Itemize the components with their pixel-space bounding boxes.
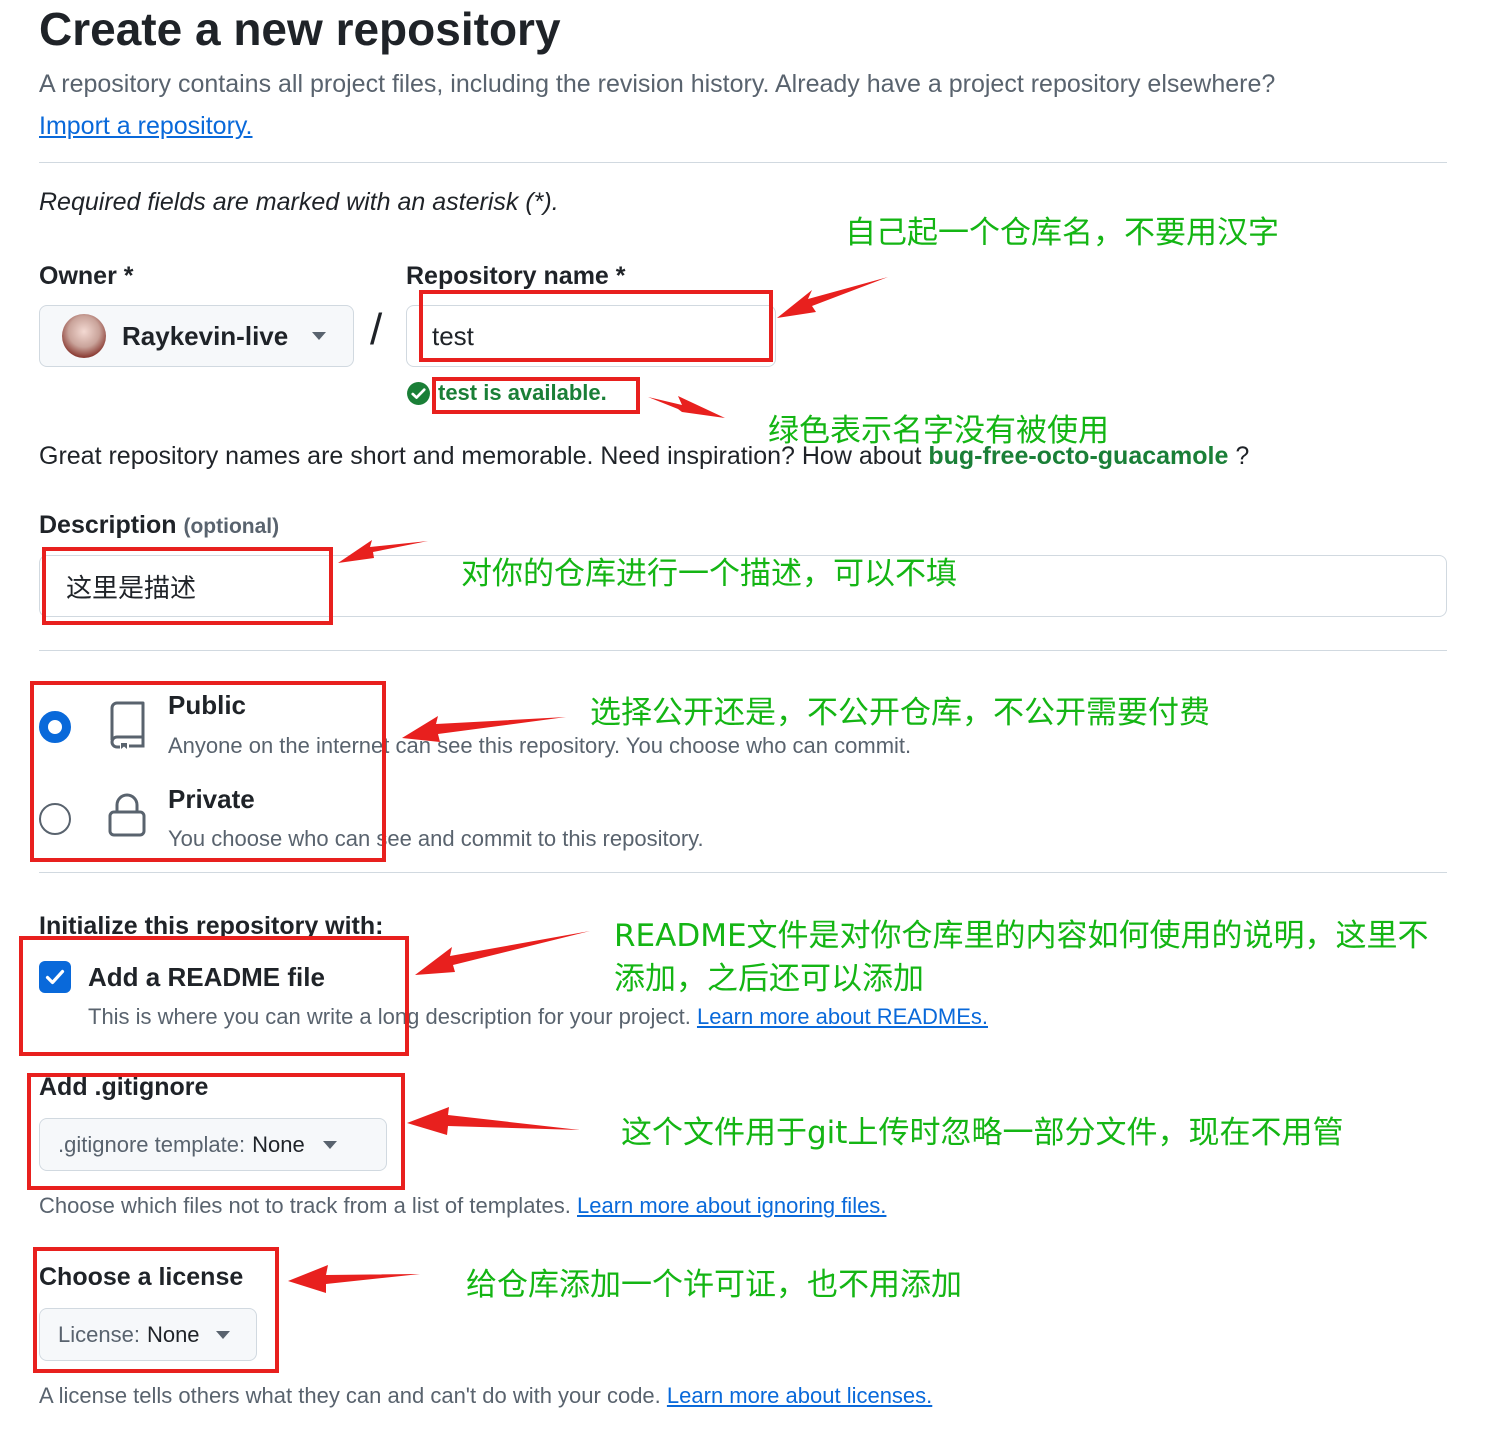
public-title: Public — [168, 690, 247, 720]
readme-title: Add a README file — [88, 962, 325, 992]
private-description: You choose who can see and commit to thi… — [168, 826, 704, 851]
required-fields-note: Required fields are marked with an aster… — [39, 188, 559, 216]
gitignore-template-select[interactable]: .gitignore template: None — [39, 1118, 387, 1171]
availability-text: test is available. — [438, 380, 607, 405]
annotation-readme-line2: 添加，之后还可以添加 — [614, 961, 924, 997]
page-title: Create a new repository — [39, 3, 561, 55]
divider — [39, 872, 1447, 873]
owner-repo-separator: / — [370, 305, 383, 354]
license-help-text: A license tells others what they can and… — [39, 1383, 661, 1408]
gitignore-heading: Add .gitignore — [39, 1073, 209, 1101]
license-select-prefix: License: — [58, 1321, 140, 1347]
repository-name-value: test — [432, 320, 474, 351]
repository-name-input[interactable]: test — [406, 305, 776, 367]
gitignore-help-text: Choose which files not to track from a l… — [39, 1193, 571, 1218]
annotation-visibility: 选择公开还是，不公开仓库，不公开需要付费 — [590, 695, 1210, 731]
lock-icon — [107, 792, 147, 843]
readme-learn-more-link[interactable]: Learn more about READMEs. — [697, 1004, 988, 1029]
annotation-repo-name: 自己起一个仓库名，不要用汉字 — [845, 215, 1279, 251]
private-title: Private — [168, 784, 255, 814]
availability-status: test is available. — [406, 380, 607, 406]
public-description: Anyone on the internet can see this repo… — [168, 733, 912, 758]
license-select-value: None — [146, 1321, 200, 1347]
chevron-down-icon — [215, 1330, 230, 1339]
arrow-icon — [648, 396, 725, 418]
owner-value: Raykevin-live — [122, 320, 289, 351]
readme-description-text: This is where you can write a long descr… — [88, 1004, 691, 1029]
divider — [39, 650, 1447, 651]
divider — [39, 162, 1447, 163]
readme-option[interactable]: Add a README file This is where you can … — [39, 958, 1089, 1038]
gitignore-learn-more-link[interactable]: Learn more about ignoring files. — [577, 1193, 886, 1218]
readme-description: This is where you can write a long descr… — [88, 1004, 988, 1030]
arrow-icon — [777, 277, 888, 318]
initialize-heading: Initialize this repository with: — [39, 912, 384, 940]
description-label: Description (optional) — [39, 511, 279, 540]
optional-hint: (optional) — [183, 515, 280, 538]
import-repository-link[interactable]: Import a repository. — [39, 112, 253, 141]
license-help: A license tells others what they can and… — [39, 1383, 932, 1409]
inspiration-suffix: ? — [1235, 442, 1250, 470]
arrow-icon — [288, 1265, 420, 1293]
owner-select[interactable]: Raykevin-live — [39, 305, 354, 367]
description-label-text: Description — [39, 511, 177, 539]
annotation-readme-line1: README文件是对你仓库里的内容如何使用的说明，这里不 — [614, 918, 1429, 954]
check-icon — [45, 969, 65, 985]
annotation-available: 绿色表示名字没有被使用 — [768, 413, 1109, 449]
public-radio[interactable] — [39, 711, 71, 743]
annotation-gitignore: 这个文件用于git上传时忽略一部分文件，现在不用管 — [621, 1115, 1344, 1151]
license-select[interactable]: License: None — [39, 1308, 257, 1361]
page-subtitle: A repository contains all project files,… — [39, 70, 1276, 98]
private-option[interactable]: Private You choose who can see and commi… — [39, 784, 1039, 854]
readme-checkbox[interactable] — [39, 961, 71, 993]
annotation-description: 对你的仓库进行一个描述，可以不填 — [461, 556, 957, 592]
repo-icon — [107, 700, 147, 755]
chevron-down-icon — [312, 332, 327, 340]
owner-label: Owner * — [39, 262, 134, 290]
license-learn-more-link[interactable]: Learn more about licenses. — [667, 1383, 932, 1408]
avatar — [62, 314, 106, 358]
private-radio[interactable] — [39, 803, 71, 835]
annotation-license: 给仓库添加一个许可证，也不用添加 — [466, 1267, 962, 1303]
arrow-icon — [407, 1107, 580, 1135]
description-value: 这里是描述 — [66, 573, 197, 604]
gitignore-select-value: None — [252, 1131, 305, 1157]
gitignore-select-prefix: .gitignore template: — [58, 1131, 246, 1157]
license-heading: Choose a license — [39, 1263, 244, 1291]
repository-name-label: Repository name * — [406, 262, 626, 290]
gitignore-help: Choose which files not to track from a l… — [39, 1193, 886, 1219]
chevron-down-icon — [322, 1140, 337, 1149]
check-circle-icon — [406, 381, 431, 406]
